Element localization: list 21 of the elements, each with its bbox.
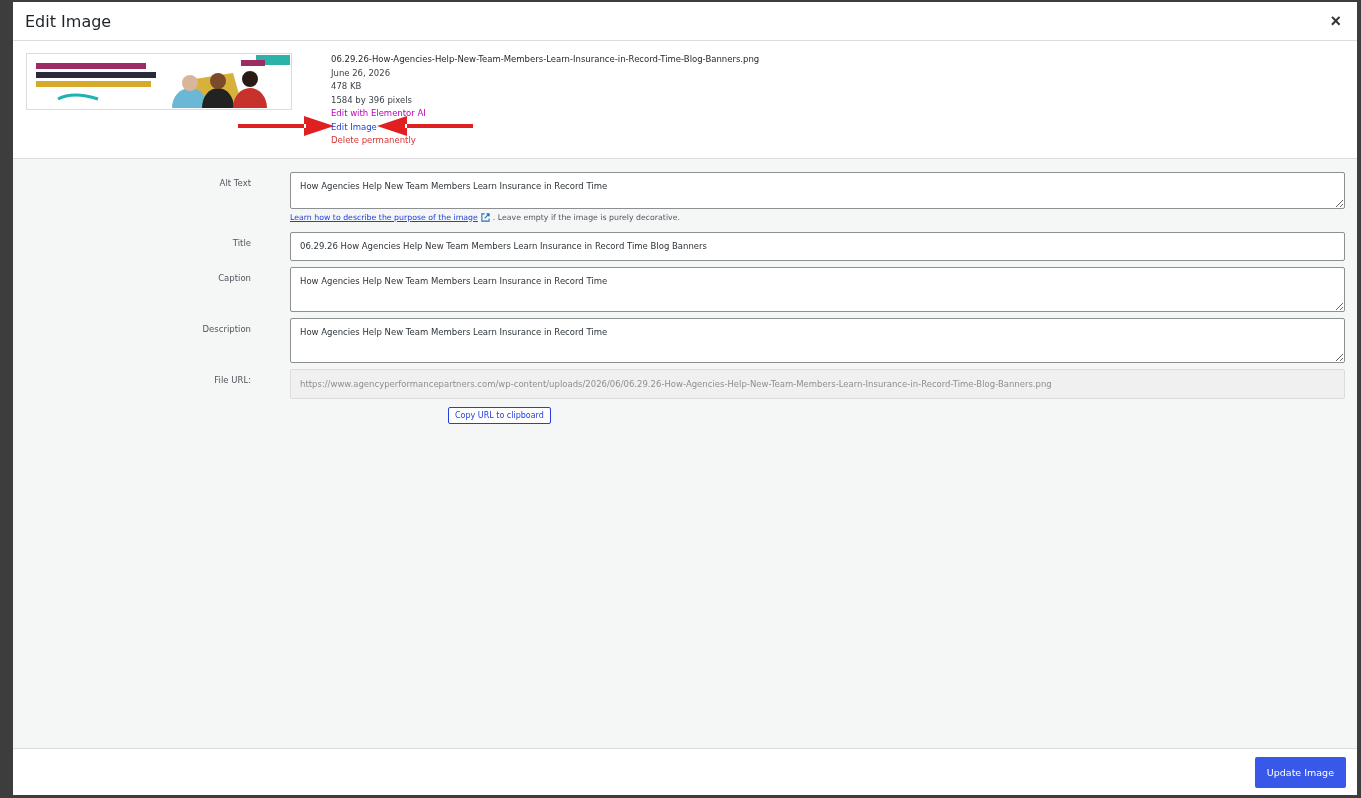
delete-link[interactable]: Delete permanently (331, 134, 760, 148)
dialog-title: Edit Image (25, 11, 112, 31)
text-area[interactable]: How Agencies Help New Team Members Learn Insurance in Record Time (290, 317, 1345, 363)
copy-url-button[interactable]: Copy URL to clipboard (448, 406, 551, 424)
close-button[interactable]: × (1326, 10, 1345, 32)
field-label: Caption (217, 271, 252, 285)
field-label: Description (201, 322, 252, 336)
text-area[interactable]: How Agencies Help New Team Members Learn Insurance in Record Time (290, 266, 1345, 312)
text-field[interactable]: 06.29.26 How Agencies Help New Team Members Learn Insurance in Record Time Blog Banners (290, 231, 1345, 261)
external-link-icon (480, 212, 490, 222)
field-label: Alt Text (218, 176, 252, 190)
update-image-button[interactable]: Update Image (1254, 756, 1346, 788)
file-name: 06.29.26-How-Agencies-Help-New-Team-Members-Learn-Insurance-in-Record-Time-Blog-Banners.png (331, 53, 760, 66)
file-detail: June 26, 2026 (331, 66, 392, 80)
file-detail: 478 KB (331, 80, 363, 93)
edit-link[interactable]: Edit Image (331, 120, 760, 134)
file-detail: 1584 by 396 pixels (331, 93, 413, 107)
field-label: File URL: (213, 373, 252, 387)
text-area[interactable]: How Agencies Help New Team Members Learn Insurance in Record Time (290, 171, 1345, 209)
field-label: Title (231, 236, 252, 250)
edit-link[interactable]: Edit with Elementor AI (331, 107, 760, 121)
